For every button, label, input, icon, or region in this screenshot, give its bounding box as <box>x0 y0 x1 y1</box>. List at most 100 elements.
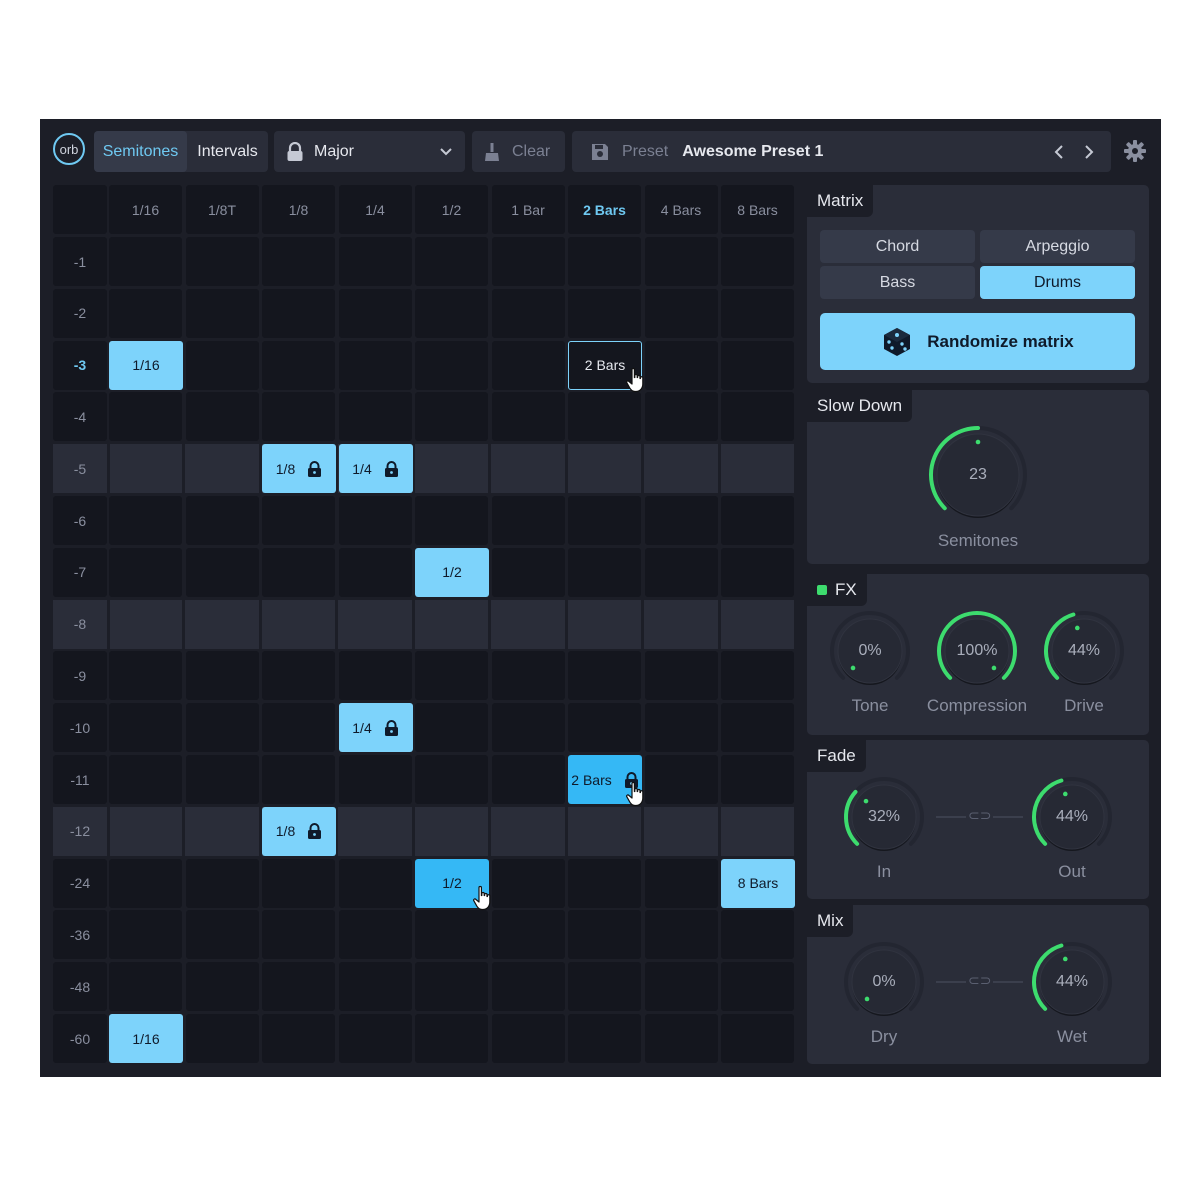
tab-semitones[interactable]: Semitones <box>94 131 187 172</box>
matrix-cell[interactable] <box>338 288 412 338</box>
matrix-cell[interactable] <box>721 1014 794 1063</box>
matrix-cell[interactable] <box>109 547 182 597</box>
matrix-cell[interactable] <box>338 910 412 960</box>
matrix-cell[interactable] <box>644 340 718 390</box>
matrix-cell[interactable] <box>568 910 641 960</box>
matrix-cell[interactable] <box>185 496 259 545</box>
column-header[interactable]: 8 Bars <box>721 185 794 234</box>
mode-bass-button[interactable]: Bass <box>820 266 975 299</box>
matrix-cell[interactable] <box>338 547 412 597</box>
row-label[interactable]: -24 <box>53 858 107 908</box>
matrix-cell[interactable] <box>262 1014 335 1063</box>
matrix-cell[interactable] <box>185 1014 259 1063</box>
matrix-cell[interactable] <box>109 858 182 908</box>
randomize-matrix-button[interactable]: Randomize matrix <box>820 313 1135 370</box>
lock-icon[interactable] <box>307 823 322 840</box>
matrix-cell[interactable] <box>415 703 488 753</box>
matrix-cell[interactable] <box>644 392 718 442</box>
matrix-cell[interactable] <box>262 496 335 545</box>
matrix-cell[interactable] <box>109 288 182 338</box>
column-header[interactable]: 2 Bars <box>568 185 641 234</box>
matrix-cell[interactable] <box>644 962 718 1012</box>
matrix-cell[interactable] <box>415 910 488 960</box>
matrix-cell[interactable] <box>338 340 412 390</box>
link-icon[interactable]: ⊂⊃ <box>968 972 991 989</box>
matrix-cell[interactable] <box>721 755 794 804</box>
tab-intervals[interactable]: Intervals <box>187 131 268 172</box>
matrix-cell[interactable] <box>185 910 259 960</box>
matrix-cell[interactable] <box>338 962 412 1012</box>
matrix-cell[interactable] <box>721 496 794 545</box>
matrix-cell[interactable] <box>338 858 412 908</box>
matrix-cell[interactable] <box>338 496 412 545</box>
matrix-cell[interactable] <box>338 651 412 701</box>
matrix-cell[interactable] <box>109 237 182 286</box>
lock-icon[interactable] <box>384 719 399 736</box>
column-header[interactable]: 1/4 <box>338 185 412 234</box>
column-header[interactable]: 1 Bar <box>491 185 565 234</box>
matrix-cell[interactable] <box>109 962 182 1012</box>
matrix-chip[interactable]: 8 Bars <box>721 858 795 908</box>
matrix-cell[interactable] <box>568 858 641 908</box>
matrix-cell[interactable] <box>109 755 182 804</box>
matrix-cell[interactable] <box>644 910 718 960</box>
matrix-cell[interactable] <box>262 288 335 338</box>
matrix-cell[interactable] <box>109 496 182 545</box>
matrix-cell[interactable] <box>721 392 794 442</box>
matrix-cell[interactable] <box>262 392 335 442</box>
matrix-cell[interactable] <box>644 1014 718 1063</box>
row-label[interactable]: -60 <box>53 1014 107 1063</box>
matrix-cell[interactable] <box>262 962 335 1012</box>
chevron-left-icon[interactable] <box>1053 144 1065 160</box>
matrix-cell[interactable] <box>109 392 182 442</box>
row-label[interactable]: -7 <box>53 547 107 597</box>
matrix-cell[interactable] <box>491 547 565 597</box>
row-label[interactable]: -1 <box>53 237 107 286</box>
matrix-cell[interactable] <box>185 703 259 753</box>
matrix-cell[interactable] <box>568 496 641 545</box>
matrix-cell[interactable] <box>185 547 259 597</box>
compression-knob[interactable]: 100% <box>936 610 1018 697</box>
drive-knob[interactable]: 44% <box>1043 610 1125 697</box>
matrix-chip[interactable]: 1/8 <box>262 444 336 494</box>
matrix-cell[interactable] <box>491 288 565 338</box>
save-icon[interactable] <box>590 142 610 162</box>
matrix-cell[interactable] <box>491 496 565 545</box>
matrix-chip[interactable]: 1/16 <box>109 1014 183 1063</box>
matrix-cell[interactable] <box>109 703 182 753</box>
matrix-cell[interactable] <box>415 962 488 1012</box>
matrix-cell[interactable] <box>262 703 335 753</box>
row-label[interactable]: -6 <box>53 496 107 545</box>
mode-drums-button[interactable]: Drums <box>980 266 1135 299</box>
column-header[interactable]: 4 Bars <box>644 185 718 234</box>
matrix-cell[interactable] <box>568 1014 641 1063</box>
matrix-cell[interactable] <box>338 1014 412 1063</box>
fx-enable-toggle[interactable] <box>817 585 827 595</box>
preset-name[interactable]: Awesome Preset 1 <box>682 143 823 161</box>
matrix-cell[interactable] <box>491 651 565 701</box>
matrix-cell[interactable] <box>568 392 641 442</box>
matrix-cell[interactable] <box>185 288 259 338</box>
row-label[interactable]: -5 <box>53 444 107 494</box>
matrix-cell[interactable] <box>415 340 488 390</box>
matrix-cell[interactable] <box>721 651 794 701</box>
matrix-cell[interactable] <box>491 703 565 753</box>
matrix-cell[interactable] <box>721 962 794 1012</box>
row-label[interactable]: -8 <box>53 599 107 649</box>
tone-knob[interactable]: 0% <box>829 610 911 697</box>
wet-knob[interactable]: 44% <box>1031 941 1113 1028</box>
matrix-cell[interactable] <box>721 910 794 960</box>
scale-dropdown[interactable]: Major <box>274 131 465 172</box>
gear-icon[interactable] <box>1123 139 1147 163</box>
matrix-cell[interactable] <box>491 962 565 1012</box>
row-label[interactable]: -12 <box>53 806 107 856</box>
matrix-cell[interactable] <box>415 392 488 442</box>
lock-icon[interactable] <box>307 460 322 477</box>
matrix-cell[interactable] <box>262 237 335 286</box>
matrix-chip[interactable]: 1/8 <box>262 806 336 856</box>
matrix-cell[interactable] <box>415 288 488 338</box>
matrix-cell[interactable] <box>185 237 259 286</box>
matrix-cell[interactable] <box>262 755 335 804</box>
matrix-cell[interactable] <box>644 288 718 338</box>
column-header[interactable]: 1/8T <box>185 185 259 234</box>
